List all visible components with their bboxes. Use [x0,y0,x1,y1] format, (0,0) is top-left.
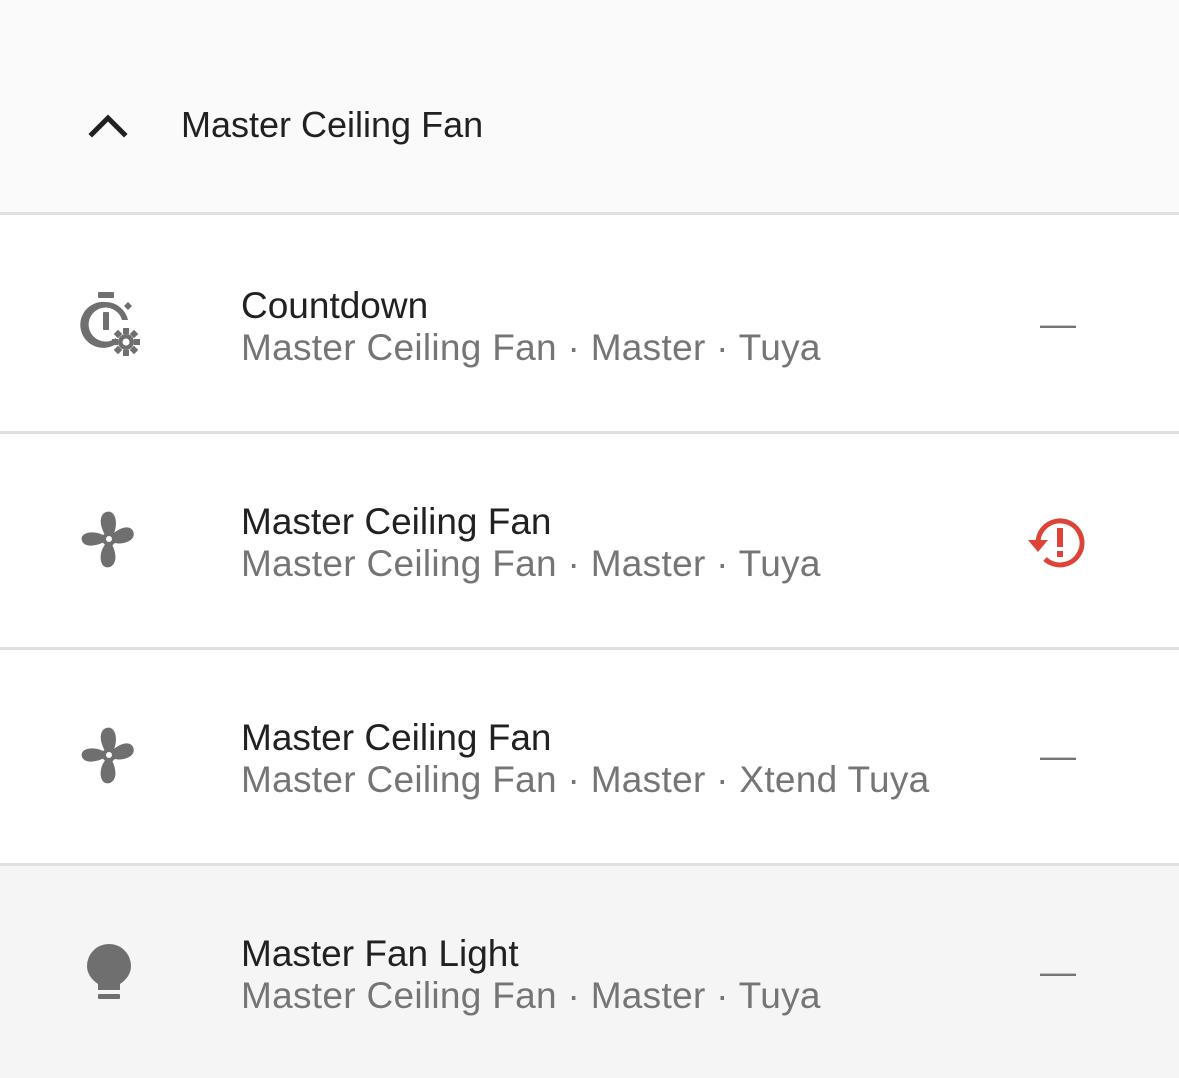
status-value: — [1040,951,1076,992]
timer-cog-icon [80,292,140,356]
status-value: — [1040,303,1076,344]
entity-subtitle: Master Ceiling Fan · Master · Tuya [241,327,821,368]
chevron-up-icon[interactable] [88,108,128,138]
list-item[interactable]: Master Ceiling Fan Master Ceiling Fan · … [0,434,1179,650]
group-header[interactable]: Master Ceiling Fan [0,0,1179,215]
entity-name: Master Fan Light [241,933,519,974]
restore-alert-icon[interactable] [1026,514,1090,572]
lightbulb-icon [87,944,131,999]
entity-name: Countdown [241,285,429,326]
status-value: — [1040,735,1076,776]
entity-subtitle: Master Ceiling Fan · Master · Xtend Tuya [241,759,930,800]
entity-subtitle: Master Ceiling Fan · Master · Tuya [241,975,821,1016]
fan-icon [81,511,134,568]
list-item[interactable]: Countdown Master Ceiling Fan · Master · … [0,218,1179,434]
entity-subtitle: Master Ceiling Fan · Master · Tuya [241,543,821,584]
entity-list: Master Ceiling Fan Countdown Master Ceil… [0,0,1179,1078]
entity-name: Master Ceiling Fan [241,717,552,758]
entity-name: Master Ceiling Fan [241,501,552,542]
list-item[interactable]: Master Ceiling Fan Master Ceiling Fan · … [0,650,1179,866]
group-title: Master Ceiling Fan [181,104,484,145]
fan-icon [81,727,134,784]
list-item[interactable]: Master Fan Light Master Ceiling Fan · Ma… [0,866,1179,1078]
